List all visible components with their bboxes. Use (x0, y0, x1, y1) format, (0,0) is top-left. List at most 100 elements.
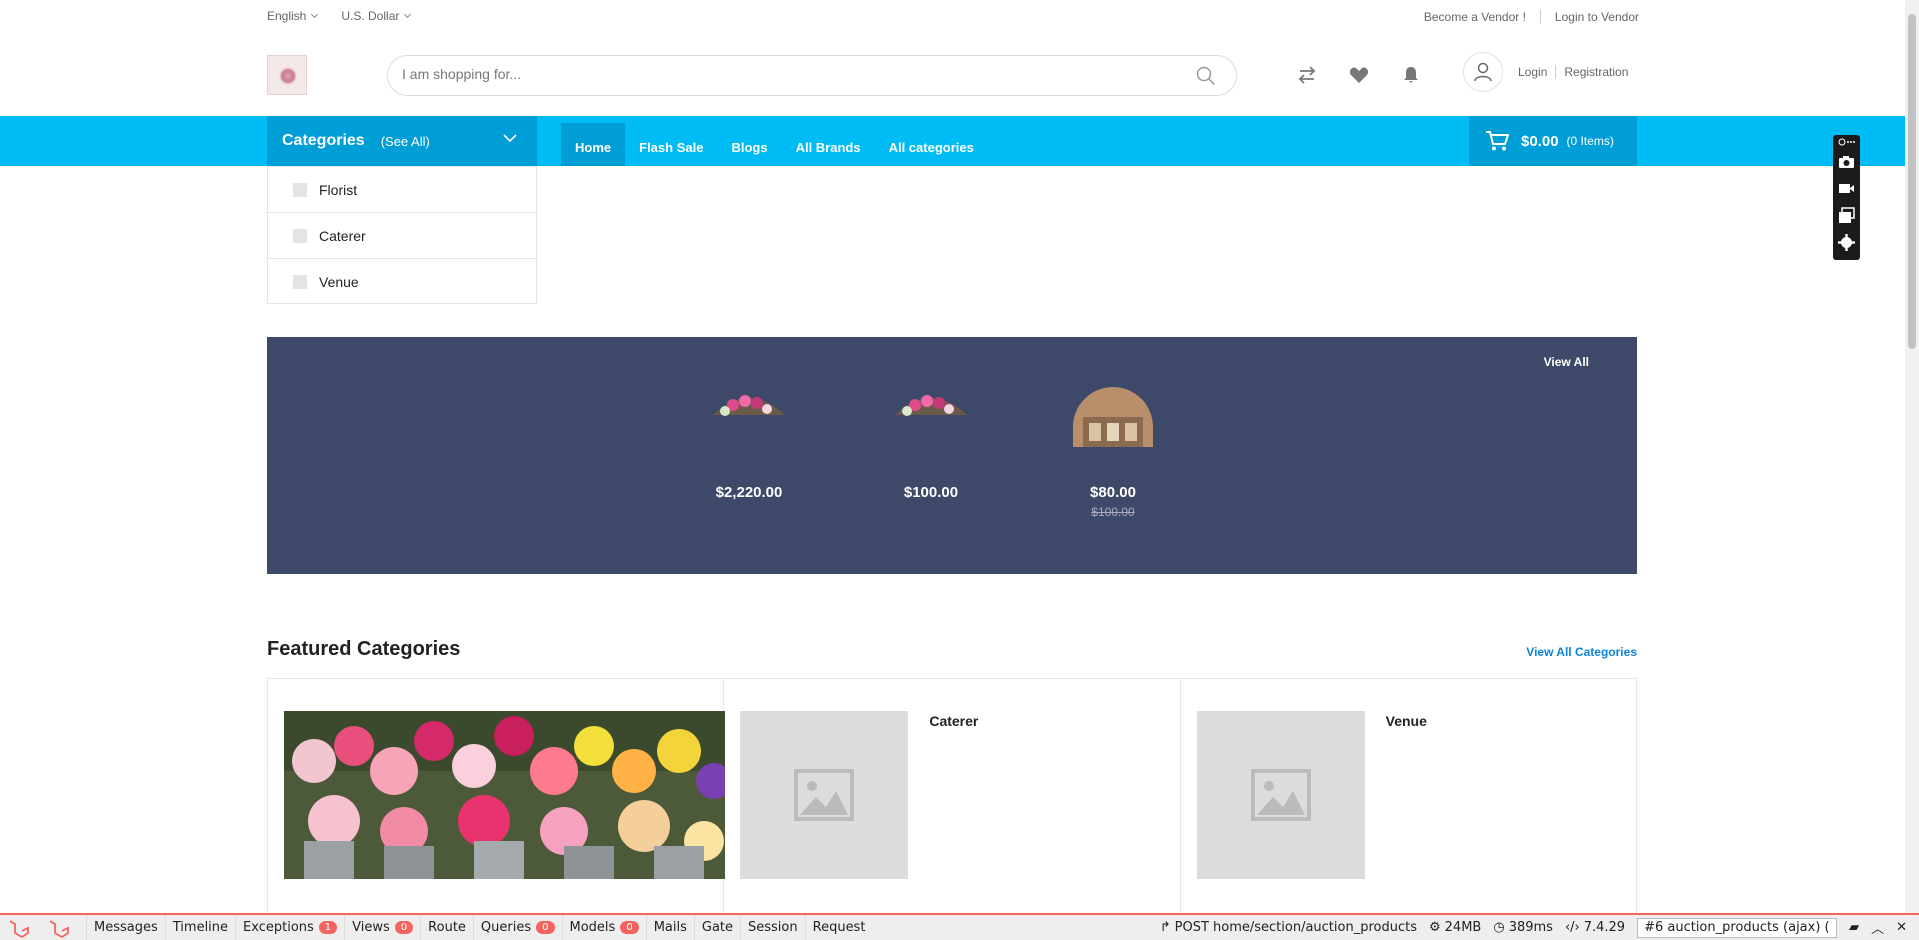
chevron-up-icon[interactable]: ︿ (1871, 918, 1884, 937)
category-label: Venue (319, 274, 359, 290)
view-all-link[interactable]: View All (1544, 355, 1589, 369)
more-icon[interactable] (1838, 137, 1855, 147)
category-label: Caterer (319, 227, 366, 244)
product-price: $100.00 (903, 484, 959, 501)
avatar[interactable] (1463, 52, 1503, 92)
nav-link-all-categories[interactable]: All categories (875, 123, 988, 166)
featured-categories-title: Featured Categories (267, 638, 461, 660)
debug-tab-exceptions[interactable]: Exceptions 1 (235, 915, 344, 940)
registration-link[interactable]: Registration (1564, 65, 1628, 79)
laravel-logo-icon[interactable] (48, 918, 70, 938)
capture-toolbar (1833, 135, 1860, 260)
featured-category-card[interactable]: Venue (1181, 679, 1636, 917)
become-vendor-link[interactable]: Become a Vendor ! (1424, 10, 1526, 24)
nav-link-all-brands[interactable]: All Brands (782, 123, 875, 166)
request-selector[interactable]: #6 auction_products (ajax) ( (1637, 917, 1838, 938)
page: English U.S. Dollar Become a Vendor ! Lo… (0, 0, 1919, 940)
bell-icon[interactable] (1400, 64, 1422, 86)
category-label: Florist (319, 181, 358, 198)
laravel-icon[interactable] (8, 918, 30, 938)
cogs-icon: ⚙ (1429, 920, 1441, 935)
code-icon: ‹/› (1564, 920, 1580, 935)
categories-label: Categories (282, 132, 365, 149)
debug-tab-session[interactable]: Session (740, 915, 805, 940)
close-icon[interactable]: ✕ (1896, 920, 1907, 935)
category-thumbnail (293, 228, 307, 243)
categories-toggle[interactable]: Categories (See All) (267, 116, 537, 166)
selector-value: #6 auction_products (ajax) ( (1644, 920, 1830, 935)
tab-label: Timeline (172, 920, 229, 935)
search-icon[interactable] (1196, 66, 1216, 86)
product-price: $2,220.00 (715, 484, 783, 501)
header: Login Registration (0, 34, 1905, 116)
login-link[interactable]: Login (1518, 65, 1547, 79)
tab-label: Mails (653, 920, 687, 935)
video-icon[interactable] (1838, 180, 1855, 197)
camera-icon[interactable] (1838, 153, 1855, 170)
debug-tab-request[interactable]: Request (804, 915, 873, 940)
count-badge: 1 (318, 921, 338, 934)
category-menu: Florist Caterer Venue (267, 166, 537, 304)
debug-tab-route[interactable]: Route (420, 915, 473, 940)
scrollbar[interactable] (1905, 0, 1919, 913)
product-card[interactable]: $80.00 $100.00 (1043, 387, 1183, 519)
category-item-florist[interactable]: Florist (268, 167, 536, 213)
clock-icon: ◷ (1493, 920, 1505, 935)
product-card[interactable]: $2,220.00 (679, 387, 819, 501)
featured-category-card[interactable] (268, 679, 725, 917)
time-info: ◷ 389ms (1493, 920, 1553, 935)
debug-tab-mails[interactable]: Mails (645, 915, 694, 940)
view-all-categories-link[interactable]: View All Categories (1526, 645, 1637, 659)
currency-selector[interactable]: U.S. Dollar (341, 9, 412, 23)
login-vendor-link[interactable]: Login to Vendor (1555, 10, 1639, 24)
deals-banner: View All $2,220.00 $100.00 $80.00 $100.0… (267, 337, 1637, 574)
category-item-caterer[interactable]: Caterer (268, 213, 536, 259)
version-info: ‹/› 7.4.29 (1565, 920, 1625, 935)
language-selector[interactable]: English (267, 9, 319, 23)
nav-link-flash-sale[interactable]: Flash Sale (625, 123, 717, 166)
category-image (284, 711, 725, 879)
search-input[interactable] (402, 66, 1162, 82)
cart-icon (1486, 131, 1509, 151)
debug-tab-messages[interactable]: Messages (86, 915, 165, 940)
product-image (895, 395, 967, 416)
product-old-price: $100.00 (1091, 505, 1135, 519)
gear-icon[interactable] (1838, 234, 1855, 251)
category-name: Caterer (929, 713, 979, 729)
divider (1555, 65, 1557, 79)
see-all-link[interactable]: (See All) (381, 134, 430, 149)
scrollbar-thumb[interactable] (1908, 14, 1916, 349)
folder-icon[interactable]: ▰ (1849, 920, 1859, 935)
debug-tab-gate[interactable]: Gate (693, 915, 740, 940)
tab-label: Messages (94, 920, 158, 935)
site-logo[interactable] (267, 55, 307, 95)
nav-link-home[interactable]: Home (561, 123, 626, 166)
featured-category-card[interactable]: Caterer (724, 679, 1181, 917)
version-label: 7.4.29 (1583, 920, 1626, 935)
request-label: POST home/section/auction_products (1174, 920, 1417, 935)
product-price: $80.00 (1090, 484, 1136, 501)
debug-tab-views[interactable]: Views 0 (344, 915, 420, 940)
memory-info: ⚙ 24MB (1429, 920, 1481, 935)
compare-icon[interactable] (1296, 64, 1318, 86)
account-area: Login Registration (1463, 52, 1628, 92)
category-item-venue[interactable]: Venue (268, 259, 536, 305)
language-label: English (267, 9, 307, 23)
tab-label: Route (428, 920, 466, 935)
tab-label: Gate (701, 920, 734, 935)
share-icon: ↱ (1159, 920, 1171, 935)
cart-amount: $0.00 (1521, 132, 1559, 150)
debug-tab-queries[interactable]: Queries 0 (472, 915, 562, 940)
nav-link-blogs[interactable]: Blogs (717, 123, 781, 166)
debug-tab-models[interactable]: Models 0 (561, 915, 646, 940)
category-name: Venue (1385, 713, 1427, 729)
request-info: ↱ POST home/section/auction_products (1160, 920, 1417, 935)
nav-bar: Categories (See All) Home Flash Sale Blo… (0, 116, 1905, 166)
debug-tab-timeline[interactable]: Timeline (164, 915, 235, 940)
product-card[interactable]: $100.00 (861, 387, 1001, 501)
product-image (1073, 387, 1153, 453)
count-badge: 0 (620, 921, 639, 934)
heart-icon[interactable] (1348, 64, 1370, 86)
cart-button[interactable]: $0.00 (0 Items) (1469, 116, 1637, 166)
window-icon[interactable] (1838, 207, 1855, 224)
